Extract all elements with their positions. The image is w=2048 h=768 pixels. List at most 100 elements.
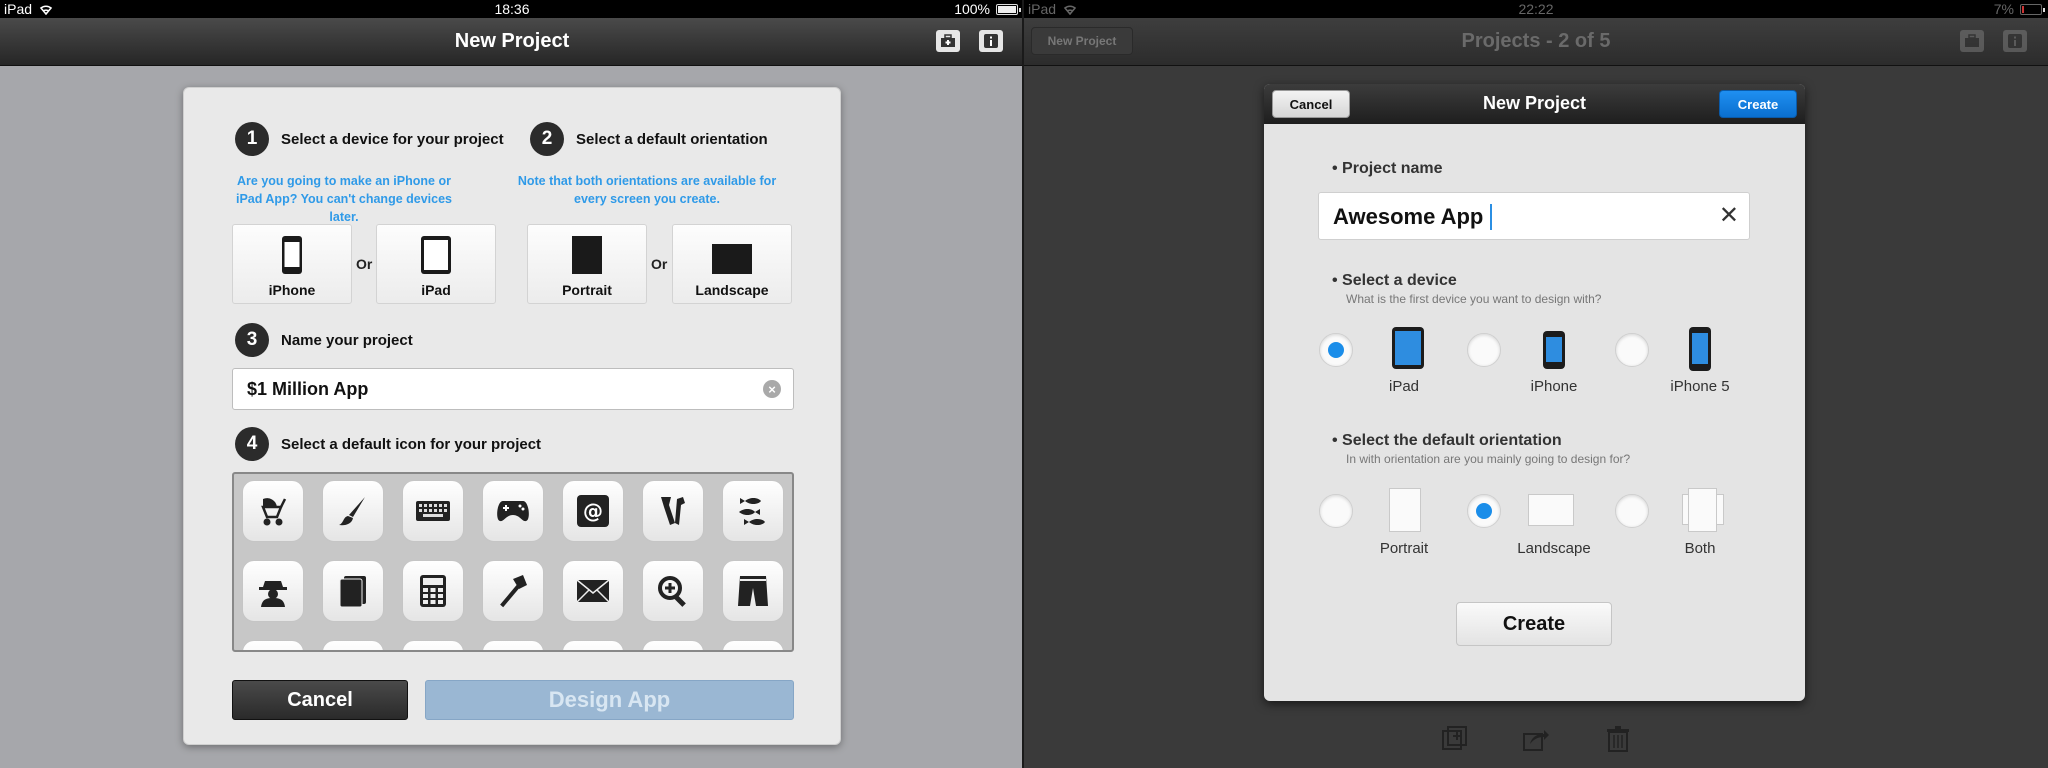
- navigation-bar: New Project Projects - 2 of 5: [1024, 18, 2048, 66]
- device-tile-iphone[interactable]: iPhone: [232, 224, 352, 304]
- radio-ipad[interactable]: [1319, 333, 1353, 367]
- zoom-in-icon[interactable]: [642, 560, 704, 622]
- svg-text:@: @: [583, 499, 603, 523]
- create-project-button[interactable]: Create: [1456, 602, 1612, 646]
- radio-iphone[interactable]: [1467, 333, 1501, 367]
- icon-cell[interactable]: [242, 640, 304, 650]
- trash-icon[interactable]: [1604, 726, 1632, 752]
- or-label: Or: [356, 256, 373, 272]
- orientation-tile-landscape[interactable]: Landscape: [672, 224, 792, 304]
- step-number: 4: [235, 427, 269, 461]
- tools-icon[interactable]: [642, 480, 704, 542]
- create-button[interactable]: Create: [1719, 90, 1797, 118]
- battery-icon: [996, 3, 1021, 15]
- project-name-field[interactable]: ×: [232, 368, 794, 410]
- info-icon[interactable]: [2003, 30, 2027, 52]
- toolbox-icon[interactable]: [1960, 30, 1984, 52]
- icon-cell[interactable]: [402, 640, 464, 650]
- icon-cell[interactable]: [482, 640, 544, 650]
- device-label-iphone5: iPhone 5: [1670, 378, 1730, 395]
- portrait-icon: [1389, 488, 1421, 532]
- clear-icon[interactable]: ×: [763, 380, 781, 398]
- landscape-icon: [1528, 494, 1574, 526]
- step-number: 2: [530, 122, 564, 156]
- book-icon[interactable]: [322, 560, 384, 622]
- orientation-title: • Select the default orientation: [1332, 432, 1562, 449]
- project-name-input[interactable]: [1333, 204, 1713, 230]
- orientation-label-both: Both: [1684, 540, 1716, 557]
- icon-cell[interactable]: [642, 640, 704, 650]
- step-label: Name your project: [281, 331, 413, 349]
- ipad-icon: [1392, 327, 1424, 369]
- iphone5-icon: [1689, 327, 1711, 371]
- status-time: 18:36: [494, 1, 530, 17]
- page-title: New Project: [454, 30, 570, 52]
- radio-both[interactable]: [1615, 494, 1649, 528]
- radio-iphone5[interactable]: [1615, 333, 1649, 367]
- project-name-field[interactable]: ✕: [1318, 192, 1750, 240]
- stroller-icon[interactable]: [242, 480, 304, 542]
- radio-portrait[interactable]: [1319, 494, 1353, 528]
- orientation-tile-portrait[interactable]: Portrait: [527, 224, 647, 304]
- mail-icon[interactable]: [562, 560, 624, 622]
- orientation-label-portrait: Portrait: [1379, 540, 1429, 557]
- paintbrush-icon[interactable]: [322, 480, 384, 542]
- project-name-input[interactable]: [247, 379, 747, 400]
- calculator-icon[interactable]: [402, 560, 464, 622]
- step-label: Select a default orientation: [576, 130, 768, 148]
- battery-percent: 7%: [1993, 1, 2014, 17]
- step-label: Select a device for your project: [281, 130, 504, 148]
- device-label-iphone: iPhone: [1530, 378, 1578, 395]
- battery-icon: [2020, 3, 2045, 15]
- orientation-hint: Note that both orientations are availabl…: [517, 174, 777, 206]
- spy-icon[interactable]: [242, 560, 304, 622]
- orientation-subtitle: In with orientation are you mainly going…: [1346, 452, 1631, 466]
- info-icon[interactable]: [979, 30, 1003, 52]
- cancel-button[interactable]: Cancel: [232, 680, 408, 720]
- icon-picker[interactable]: @: [232, 472, 794, 652]
- radio-landscape[interactable]: [1467, 494, 1501, 528]
- icon-cell[interactable]: [562, 640, 624, 650]
- modal-header: Cancel New Project Create: [1264, 84, 1805, 124]
- step-4: 4 Select a default icon for your project: [235, 427, 541, 461]
- status-time: 22:22: [1518, 1, 1554, 17]
- step-2: 2 Select a default orientation: [530, 122, 768, 156]
- status-bar: iPad 22:22 7%: [1024, 0, 2048, 18]
- shorts-icon[interactable]: [722, 560, 784, 622]
- keyboard-icon[interactable]: [402, 480, 464, 542]
- axe-icon[interactable]: [482, 560, 544, 622]
- device-subtitle: What is the first device you want to des…: [1346, 292, 1602, 306]
- share-icon[interactable]: [1522, 726, 1550, 752]
- new-project-dialog: 1 Select a device for your project 2 Sel…: [183, 87, 841, 745]
- step-number: 1: [235, 122, 269, 156]
- icon-cell[interactable]: [722, 640, 784, 650]
- toolbox-icon[interactable]: [936, 30, 960, 52]
- orientation-label-landscape: Landscape: [1517, 540, 1591, 557]
- new-project-modal: Cancel New Project Create • Project name…: [1264, 84, 1805, 701]
- design-app-button[interactable]: Design App: [425, 680, 794, 720]
- device-title: • Select a device: [1332, 272, 1457, 289]
- gamepad-icon[interactable]: [482, 480, 544, 542]
- right-screen: iPad 22:22 7% New Project Projects - 2 o…: [1024, 0, 2048, 768]
- landscape-icon: [712, 244, 752, 274]
- iphone-icon: [1543, 331, 1565, 369]
- add-page-icon[interactable]: [1441, 726, 1469, 752]
- clear-icon[interactable]: ✕: [1719, 204, 1739, 228]
- text-cursor: [1490, 204, 1492, 230]
- device-label-ipad: iPad: [1388, 378, 1420, 395]
- step-label: Select a default icon for your project: [281, 435, 542, 453]
- device-tile-ipad[interactable]: iPad: [376, 224, 496, 304]
- status-bar: iPad 18:36 100%: [0, 0, 1024, 18]
- iphone-icon: [282, 236, 302, 274]
- device-hint: Are you going to make an iPhone or iPad …: [236, 174, 452, 224]
- ipad-icon: [421, 236, 451, 274]
- step-number: 3: [235, 323, 269, 357]
- icon-cell[interactable]: [322, 640, 384, 650]
- fish-icon[interactable]: [722, 480, 784, 542]
- at-sign-icon[interactable]: @: [562, 480, 624, 542]
- both-orientations-icon: [1682, 488, 1724, 532]
- step-3: 3 Name your project: [235, 323, 413, 357]
- portrait-icon: [572, 236, 602, 274]
- or-label: Or: [651, 256, 668, 272]
- page-title: Projects - 2 of 5: [1461, 30, 1611, 52]
